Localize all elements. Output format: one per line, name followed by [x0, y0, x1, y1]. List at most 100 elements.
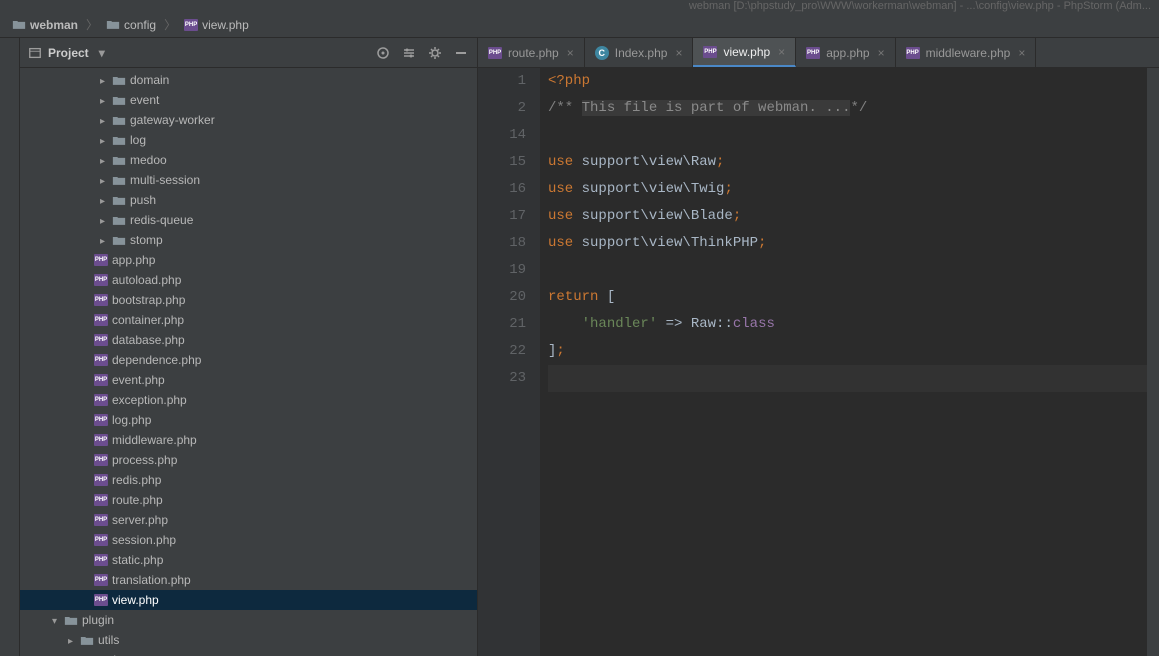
tab-label: view.php	[723, 45, 770, 59]
php-icon	[94, 254, 108, 266]
tree-file[interactable]: translation.php	[20, 570, 477, 590]
line-number: 16	[478, 176, 526, 203]
folder-icon	[112, 195, 126, 206]
tree-file[interactable]: static.php	[20, 550, 477, 570]
folder-icon	[64, 615, 78, 626]
tree-item-label: medoo	[130, 153, 167, 167]
tree-file[interactable]: session.php	[20, 530, 477, 550]
tree-folder[interactable]: ▸event	[20, 90, 477, 110]
gear-icon[interactable]	[427, 45, 443, 61]
tree-folder[interactable]: ▸utils	[20, 630, 477, 650]
editor-tab[interactable]: middleware.php×	[896, 38, 1037, 67]
tree-item-label: plugin	[82, 613, 114, 627]
code-line[interactable]	[548, 122, 1159, 149]
code-line[interactable]: use support\view\Raw;	[548, 149, 1159, 176]
code-editor[interactable]: 1214151617181920212223 <?php/** This fil…	[478, 68, 1159, 656]
tree-item-label: log.php	[112, 413, 151, 427]
php-icon	[94, 514, 108, 526]
tree-folder[interactable]: ▸log	[20, 130, 477, 150]
code-line[interactable]: ];	[548, 338, 1159, 365]
tree-file[interactable]: process.php	[20, 450, 477, 470]
gutter: 1214151617181920212223	[478, 68, 540, 656]
close-icon[interactable]: ×	[778, 45, 785, 59]
tree-folder[interactable]: ▾plugin	[20, 610, 477, 630]
code-line[interactable]	[548, 365, 1159, 392]
tree-item-label: middleware.php	[112, 433, 197, 447]
code-line[interactable]: use support\view\Blade;	[548, 203, 1159, 230]
breadcrumb-item[interactable]: view.php	[180, 16, 253, 34]
breadcrumb-item[interactable]: webman	[8, 16, 82, 34]
close-icon[interactable]: ×	[878, 46, 885, 60]
editor-tab[interactable]: CIndex.php×	[585, 38, 694, 67]
tree-file[interactable]: bootstrap.php	[20, 290, 477, 310]
tree-item-label: view.php	[112, 593, 159, 607]
php-icon	[94, 454, 108, 466]
tab-label: Index.php	[615, 46, 668, 60]
tree-file[interactable]: container.php	[20, 310, 477, 330]
tree-arrow-icon: ▸	[100, 156, 108, 164]
vertical-scrollbar[interactable]	[1147, 68, 1159, 656]
tree-folder[interactable]: ▸redis-queue	[20, 210, 477, 230]
tree-file[interactable]: server.php	[20, 510, 477, 530]
close-icon[interactable]: ×	[1018, 46, 1025, 60]
code-line[interactable]: <?php	[548, 68, 1159, 95]
minimize-icon[interactable]	[453, 45, 469, 61]
tree-arrow-icon: ▸	[100, 76, 108, 84]
tree-folder[interactable]: ▸gateway-worker	[20, 110, 477, 130]
tree-folder[interactable]: ▸ medoo	[20, 150, 477, 170]
tree-arrow-icon: ▸	[100, 236, 108, 244]
editor-tab[interactable]: view.php ×	[693, 38, 796, 67]
tree-folder[interactable]: ▸webman	[20, 650, 477, 656]
tree-file[interactable]: app.php	[20, 250, 477, 270]
tree-folder[interactable]: ▸ domain	[20, 70, 477, 90]
tree-folder[interactable]: ▸push	[20, 190, 477, 210]
tree-file[interactable]: database.php	[20, 330, 477, 350]
tree-item-label: domain	[130, 73, 169, 87]
breadcrumb-label: config	[124, 18, 156, 32]
tree-folder[interactable]: ▸ stomp	[20, 230, 477, 250]
code-line[interactable]: use support\view\Twig;	[548, 176, 1159, 203]
line-number: 21	[478, 311, 526, 338]
tree-item-label: server.php	[112, 513, 168, 527]
code-line[interactable]	[548, 257, 1159, 284]
code-line[interactable]: use support\view\ThinkPHP;	[548, 230, 1159, 257]
breadcrumb-item[interactable]: config	[102, 16, 160, 34]
tree-file[interactable]: route.php	[20, 490, 477, 510]
tree-file[interactable]: event.php	[20, 370, 477, 390]
settings-toggle-icon[interactable]	[401, 45, 417, 61]
tree-file[interactable]: dependence.php	[20, 350, 477, 370]
line-number: 18	[478, 230, 526, 257]
project-title[interactable]: Project	[28, 46, 105, 60]
code-line[interactable]: /** This file is part of webman. ...*/	[548, 95, 1159, 122]
code-line[interactable]: 'handler' => Raw::class	[548, 311, 1159, 338]
php-icon	[94, 354, 108, 366]
php-icon	[94, 534, 108, 546]
editor-tab[interactable]: route.php×	[478, 38, 585, 67]
tree-item-label: process.php	[112, 453, 177, 467]
tree-folder[interactable]: ▸multi-session	[20, 170, 477, 190]
breadcrumb-label: view.php	[202, 18, 249, 32]
project-panel-header: Project	[20, 38, 477, 68]
tab-label: app.php	[826, 46, 869, 60]
close-icon[interactable]: ×	[567, 46, 574, 60]
line-number: 23	[478, 365, 526, 392]
tree-item-label: database.php	[112, 333, 185, 347]
tree-file[interactable]: view.php	[20, 590, 477, 610]
tree-item-label: stomp	[130, 233, 163, 247]
tree-file[interactable]: redis.php	[20, 470, 477, 490]
tree-item-label: redis.php	[112, 473, 161, 487]
project-tree[interactable]: ▸domain▸event▸gateway-worker▸log▸medoo▸m…	[20, 68, 477, 656]
tree-file[interactable]: exception.php	[20, 390, 477, 410]
tree-file[interactable]: log.php	[20, 410, 477, 430]
code-content[interactable]: <?php/** This file is part of webman. ..…	[540, 68, 1159, 656]
php-icon	[906, 47, 920, 59]
close-icon[interactable]: ×	[675, 46, 682, 60]
code-line[interactable]: return [	[548, 284, 1159, 311]
editor-tab[interactable]: app.php ×	[796, 38, 895, 67]
tree-file[interactable]: middleware.php	[20, 430, 477, 450]
tree-item-label: event.php	[112, 373, 165, 387]
select-opened-icon[interactable]	[375, 45, 391, 61]
title-fragment: webman [D:\phpstudy_pro\WWW\workerman\we…	[689, 0, 1151, 12]
tree-file[interactable]: autoload.php	[20, 270, 477, 290]
php-icon	[94, 554, 108, 566]
